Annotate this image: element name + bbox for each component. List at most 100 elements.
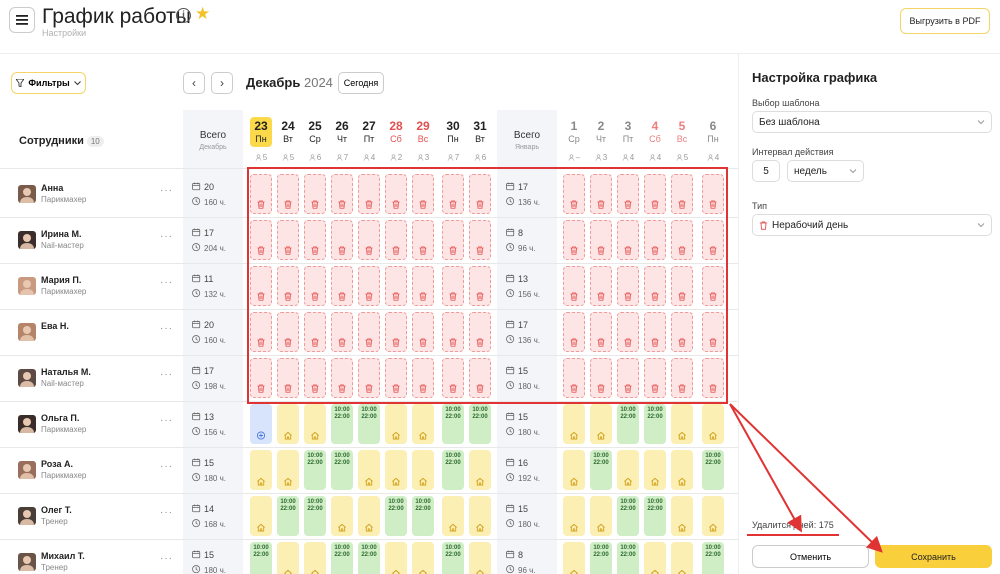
employee-name[interactable]: Роза А.: [41, 459, 73, 469]
prev-month-button[interactable]: ‹: [183, 72, 205, 94]
employee-name[interactable]: Мария П.: [41, 275, 81, 285]
employee-role: Тренер: [41, 563, 68, 572]
person-icon: [649, 154, 656, 161]
chevron-down-icon: [849, 169, 857, 174]
day-header-days_jan-2[interactable]: 2 Чт: [590, 117, 612, 147]
employee-name[interactable]: Ольга П.: [41, 413, 79, 423]
next-month-button[interactable]: ›: [211, 72, 233, 94]
day-header-days_dec-26[interactable]: 26 Чт: [331, 117, 353, 147]
total-title: Всего: [199, 130, 227, 141]
interval-unit-select[interactable]: недель: [787, 160, 864, 182]
employee-role: Парикмахер: [41, 471, 87, 480]
day-header-days_dec-28[interactable]: 28 Сб: [385, 117, 407, 147]
info-icon[interactable]: i: [176, 8, 191, 23]
work-days-value: 13: [204, 412, 215, 422]
cancel-button[interactable]: Отменить: [752, 545, 869, 568]
day-header-days_jan-4[interactable]: 4 Сб: [644, 117, 666, 147]
avatar-image: [20, 188, 34, 203]
interval-input[interactable]: 5: [752, 160, 780, 182]
employee-role: Парикмахер: [41, 425, 87, 434]
employee-row: Роза А. Парикмахер ··· 15 180 ч. 16 192 ч.: [0, 447, 738, 493]
day-header-days_dec-29[interactable]: 29 Вс: [412, 117, 434, 147]
template-select[interactable]: Без шаблона: [752, 111, 992, 133]
employee-name[interactable]: Ева Н.: [41, 321, 69, 331]
calendar-icon: [192, 182, 201, 191]
day-number: 28: [389, 119, 403, 133]
day-number: 27: [362, 119, 376, 133]
interval-label: Интервал действия: [752, 147, 834, 157]
day-header-days_jan-6[interactable]: 6 Пн: [702, 117, 724, 147]
calendar-icon: [192, 320, 201, 329]
day-weekday: Ср: [309, 134, 321, 144]
employees-header-label: Сотрудники: [19, 135, 84, 147]
staff-count-value: 4: [714, 153, 720, 162]
employee-name[interactable]: Олег Т.: [41, 505, 72, 515]
schedule-screen: График работы i ★ Настройки Выгрузить в …: [0, 0, 1000, 574]
more-options-icon[interactable]: ···: [160, 185, 173, 196]
staff-count-days_dec-27: 4: [358, 153, 380, 162]
today-button[interactable]: Сегодня: [338, 72, 384, 94]
staff-count-value: 5: [683, 153, 689, 162]
calendar-icon: [506, 550, 515, 559]
more-options-icon[interactable]: ···: [160, 323, 173, 334]
page-title: График работы: [42, 5, 191, 28]
filters-button[interactable]: Фильтры: [11, 72, 86, 94]
clock-icon: [506, 565, 515, 574]
employee-name[interactable]: Анна: [41, 183, 63, 193]
export-pdf-button[interactable]: Выгрузить в PDF: [900, 8, 990, 34]
work-hours-value: 204 ч.: [204, 244, 226, 253]
star-icon[interactable]: ★: [195, 4, 210, 24]
staff-count-days_dec-29: 3: [412, 153, 434, 162]
staff-count-days_dec-28: 2: [385, 153, 407, 162]
staff-count-value: 2: [397, 153, 403, 162]
clock-icon: [192, 519, 201, 528]
employee-row: Ольга П. Парикмахер ··· 13 156 ч. 15 180 ч.: [0, 401, 738, 447]
staff-count-value: 5: [262, 153, 268, 162]
person-icon: [622, 154, 629, 161]
more-options-icon[interactable]: ···: [160, 231, 173, 242]
save-button[interactable]: Сохранить: [875, 545, 992, 568]
type-select[interactable]: Нерабочий день: [752, 214, 992, 236]
more-options-icon[interactable]: ···: [160, 553, 173, 564]
more-options-icon[interactable]: ···: [160, 461, 173, 472]
work-days-value: 14: [204, 504, 215, 514]
day-header-days_dec-23[interactable]: 23 Пн: [250, 117, 272, 147]
employee-name[interactable]: Михаил Т.: [41, 551, 85, 561]
work-days-total: 17: [192, 365, 214, 378]
menu-button[interactable]: [9, 7, 35, 33]
day-weekday: Пт: [622, 134, 634, 144]
day-number: 30: [446, 119, 460, 133]
employee-name[interactable]: Наталья М.: [41, 367, 91, 377]
avatar: [18, 277, 36, 295]
more-options-icon[interactable]: ···: [160, 369, 173, 380]
work-days-value: 20: [204, 320, 215, 330]
work-days-total: 11: [192, 273, 213, 286]
interval-unit-value: недель: [794, 165, 827, 177]
work-hours-total: 192 ч.: [506, 472, 540, 485]
clock-icon: [192, 427, 201, 436]
more-options-icon[interactable]: ···: [160, 277, 173, 288]
staff-count-value: 3: [602, 153, 608, 162]
day-weekday: Вт: [283, 134, 293, 144]
day-number: 31: [473, 119, 487, 133]
day-header-days_dec-31[interactable]: 31 Вт: [469, 117, 491, 147]
work-days-total: 15: [192, 549, 214, 562]
person-icon: [474, 154, 481, 161]
more-options-icon[interactable]: ···: [160, 415, 173, 426]
current-month: Декабрь 2024: [246, 75, 333, 90]
day-header-days_dec-24[interactable]: 24 Вт: [277, 117, 299, 147]
more-options-icon[interactable]: ···: [160, 507, 173, 518]
day-header-days_jan-1[interactable]: 1 Ср: [563, 117, 585, 147]
day-number: 3: [624, 119, 632, 133]
employee-name[interactable]: Ирина М.: [41, 229, 81, 239]
avatar-image: [20, 280, 34, 295]
day-header-days_dec-30[interactable]: 30 Пн: [442, 117, 464, 147]
day-header-days_jan-3[interactable]: 3 Пт: [617, 117, 639, 147]
day-header-days_dec-27[interactable]: 27 Пт: [358, 117, 380, 147]
day-header-days_jan-5[interactable]: 5 Вс: [671, 117, 693, 147]
avatar: [18, 553, 36, 571]
day-header-days_dec-25[interactable]: 25 Ср: [304, 117, 326, 147]
person-icon: [595, 154, 602, 161]
avatar: [18, 369, 36, 387]
day-number: 2: [597, 119, 605, 133]
